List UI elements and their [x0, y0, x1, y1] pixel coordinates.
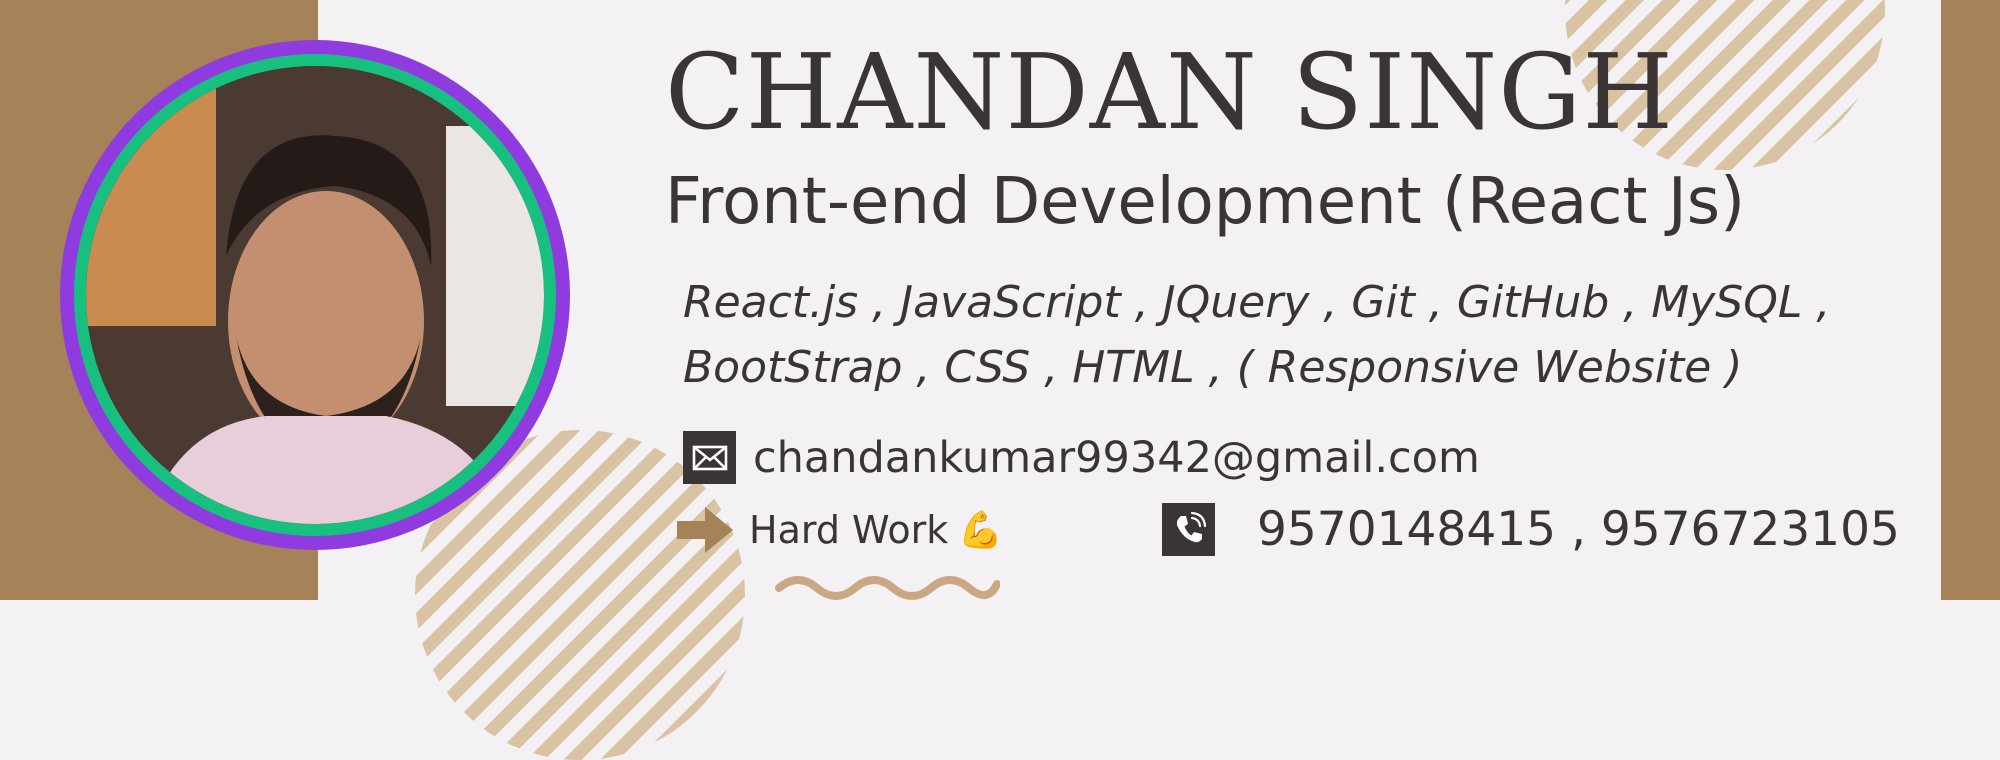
wave-decoration: [775, 576, 1000, 600]
profile-photo-illustration: [86, 66, 544, 524]
motto-row: Hard Work 💪: [677, 500, 1003, 560]
arrow-right-icon: [677, 507, 733, 553]
phone-icon: [1162, 502, 1215, 556]
email-address: chandankumar99342@gmail.com: [753, 432, 1480, 483]
skills-list: React.js , JavaScript , JQuery , Git , G…: [683, 270, 1933, 400]
skills-line: BootStrap , CSS , HTML , ( Responsive We…: [683, 342, 1743, 393]
envelope-icon: [683, 431, 736, 484]
motto-text: Hard Work: [749, 508, 949, 552]
person-name: CHANDAN SINGH: [665, 31, 1675, 153]
phone-numbers: 9570148415 , 9576723105: [1257, 501, 1900, 557]
email-contact: chandankumar99342@gmail.com: [683, 430, 1480, 485]
skills-line: React.js , JavaScript , JQuery , Git , G…: [683, 277, 1831, 328]
flexed-biceps-icon: 💪: [958, 510, 1004, 551]
job-title: Front-end Development (React Js): [665, 165, 1746, 239]
phone-contact: 9570148415 , 9576723105: [1162, 500, 1900, 558]
avatar: [86, 66, 544, 524]
right-color-band: [1941, 0, 2000, 600]
